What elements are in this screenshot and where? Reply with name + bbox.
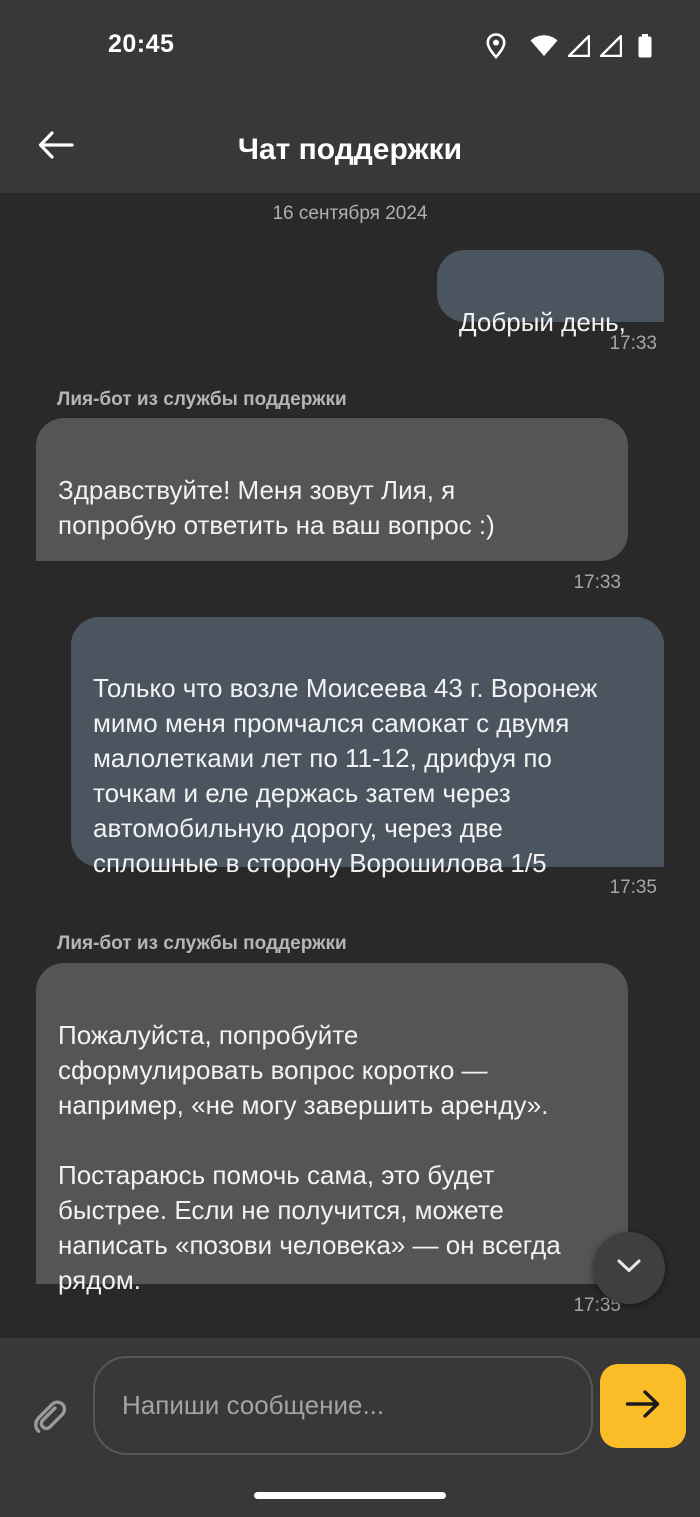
sender-name: Лия-бот из службы поддержки (57, 933, 347, 954)
location-icon (486, 33, 506, 59)
message-composer (0, 1338, 700, 1517)
status-icons (486, 32, 652, 60)
battery-icon (638, 34, 652, 58)
message-time: 17:35 (609, 877, 657, 898)
signal-icon (600, 35, 622, 57)
message-input[interactable] (93, 1356, 593, 1455)
wifi-icon (530, 35, 558, 57)
message-time: 17:33 (573, 572, 621, 593)
message-time: 17:33 (609, 333, 657, 354)
incoming-message[interactable]: Здравствуйте! Меня зовут Лия, я попробую… (36, 418, 628, 561)
page-title: Чат поддержки (237, 133, 463, 166)
paperclip-icon (30, 1396, 70, 1441)
incoming-message[interactable]: Пожалуйста, попробуйте сформулировать во… (36, 963, 628, 1295)
message-time: 17:35 (573, 1295, 621, 1316)
status-time: 20:45 (108, 30, 175, 58)
chevron-down-icon (616, 1258, 642, 1279)
sender-name: Лия-бот из службы поддержки (57, 389, 347, 410)
home-indicator[interactable] (254, 1492, 446, 1499)
top-bar: 20:45 Чат поддержки (0, 0, 700, 193)
signal-icon (568, 35, 590, 57)
message-text: Пожалуйста, попробуйте сформулировать во… (58, 1020, 561, 1295)
message-text: Здравствуйте! Меня зовут Лия, я попробую… (58, 475, 495, 540)
attach-button[interactable] (26, 1394, 74, 1442)
outgoing-message[interactable]: Добрый день, (437, 250, 664, 337)
message-text: Только что возле Моисеева 43 г. Воронеж … (93, 673, 598, 878)
chat-messages[interactable]: 16 сентября 2024 Добрый день, 17:33 Лия-… (0, 193, 700, 1338)
arrow-right-icon (625, 1389, 661, 1424)
outgoing-message[interactable]: Только что возле Моисеева 43 г. Воронеж … (71, 617, 664, 878)
date-separator: 16 сентября 2024 (272, 203, 428, 224)
send-button[interactable] (600, 1364, 686, 1448)
scroll-down-button[interactable] (593, 1232, 665, 1304)
